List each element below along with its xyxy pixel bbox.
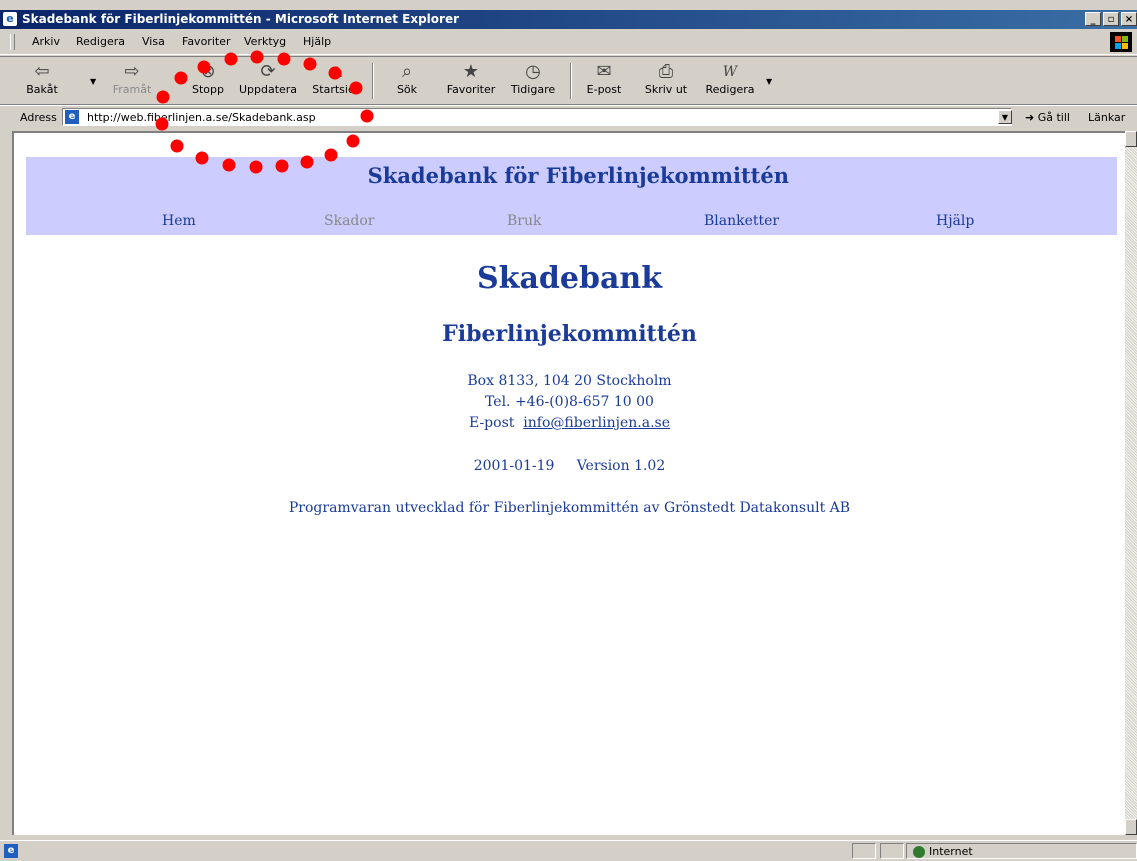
postal-address: Box 8133, 104 20 Stockholm [467, 373, 672, 389]
back-button[interactable]: ⇦ Bakåt [24, 61, 60, 96]
nav-link-hjalp[interactable]: Hjälp [936, 213, 974, 229]
menu-arkiv[interactable]: Arkiv [32, 35, 60, 48]
back-dropdown-icon[interactable]: ▼ [90, 77, 96, 86]
menu-bar: Arkiv Redigera Visa Favoriter Verktyg Hj… [0, 30, 1137, 55]
home-icon: ⌂ [331, 61, 343, 82]
window-title: Skadebank för Fiberlinjekommittén - Micr… [22, 12, 459, 26]
mail-button[interactable]: ✉ E-post [584, 61, 624, 96]
word-edit-icon: W [722, 64, 738, 80]
minimize-button[interactable]: _ [1085, 12, 1101, 26]
windows-logo-icon [1110, 32, 1132, 52]
title-bar: e Skadebank för Fiberlinjekommittén - Mi… [0, 10, 1137, 29]
page-subheading: Fiberlinjekommittén [442, 321, 697, 347]
status-bar: e Internet [0, 840, 1137, 861]
internet-globe-icon [913, 846, 925, 858]
mail-icon: ✉ [596, 61, 612, 82]
search-icon: ⌕ [401, 61, 413, 82]
menu-favoriter[interactable]: Favoriter [182, 35, 230, 48]
ie-icon: e [3, 12, 17, 26]
go-arrow-icon: ➜ [1025, 111, 1035, 124]
zone-pane: Internet [906, 843, 1137, 859]
email-label: E-post [468, 415, 515, 431]
status-pane [852, 843, 876, 859]
history-icon: ◷ [525, 61, 541, 82]
menubar-grip[interactable] [10, 34, 15, 50]
refresh-button[interactable]: ⟳ Uppdatera [232, 61, 304, 96]
print-button[interactable]: ⎙ Skriv ut [644, 61, 688, 96]
banner-title: Skadebank för Fiberlinjekommittén [367, 163, 789, 188]
footer-credit: Programvaran utvecklad för Fiberlinjekom… [288, 500, 851, 516]
stop-icon: ⊗ [200, 61, 216, 82]
release-date: 2001-01-19 [473, 458, 555, 474]
standard-toolbar: ⇦ Bakåt ▼ ⇨ Framåt ⊗ Stopp ⟳ Uppdatera ⌂… [0, 56, 1137, 106]
nav-link-skador[interactable]: Skador [324, 213, 375, 229]
nav-link-bruk[interactable]: Bruk [507, 213, 541, 229]
edit-dropdown-icon[interactable]: ▼ [766, 77, 772, 86]
favorites-icon: ★ [462, 61, 480, 82]
nav-link-hem[interactable]: Hem [162, 213, 196, 229]
phone-number: Tel. +46-(0)8-657 10 00 [485, 394, 654, 410]
email-link[interactable]: info@fiberlinjen.a.se [523, 415, 670, 431]
toolbar-separator [372, 63, 374, 99]
status-pane [880, 843, 904, 859]
scroll-down-arrow-icon[interactable] [1125, 819, 1137, 835]
menu-verktyg[interactable]: Verktyg [244, 35, 286, 48]
version-line: 2001-01-19 Version 1.02 [14, 458, 1125, 474]
nav-link-blanketter[interactable]: Blanketter [704, 213, 779, 229]
page-icon: e [65, 110, 79, 124]
go-button[interactable]: ➜ Gå till [1025, 111, 1070, 124]
zone-label: Internet [929, 845, 973, 858]
site-banner: Skadebank för Fiberlinjekommittén Hem Sk… [26, 157, 1117, 235]
back-arrow-icon: ⇦ [34, 61, 50, 82]
forward-button[interactable]: ⇨ Framåt [112, 61, 152, 96]
page-status-icon: e [4, 844, 18, 858]
edit-button[interactable]: W Redigera [704, 61, 756, 96]
links-button[interactable]: Länkar [1088, 111, 1125, 124]
address-bar: Adress e http://web.fiberlinjen.a.se/Ska… [0, 104, 1137, 129]
address-label: Adress [20, 111, 57, 124]
toolbar-separator [570, 63, 572, 99]
search-button[interactable]: ⌕ Sök [392, 61, 422, 96]
scroll-up-arrow-icon[interactable] [1125, 131, 1137, 147]
forward-arrow-icon: ⇨ [124, 61, 140, 82]
refresh-icon: ⟳ [260, 61, 276, 82]
page-heading: Skadebank [477, 261, 662, 296]
address-dropdown-icon[interactable]: ▼ [998, 110, 1012, 124]
menu-redigera[interactable]: Redigera [76, 35, 125, 48]
favorites-button[interactable]: ★ Favoriter [446, 61, 496, 96]
stop-button[interactable]: ⊗ Stopp [188, 61, 228, 96]
address-url[interactable]: http://web.fiberlinjen.a.se/Skadebank.as… [87, 111, 316, 124]
version-number: Version 1.02 [576, 458, 666, 474]
print-icon: ⎙ [658, 61, 674, 82]
email-line: E-post info@fiberlinjen.a.se [14, 415, 1125, 431]
menu-hjalp[interactable]: Hjälp [303, 35, 331, 48]
close-button[interactable]: × [1121, 12, 1137, 26]
maximize-button[interactable]: ▫ [1103, 12, 1119, 26]
page-viewport: Skadebank för Fiberlinjekommittén Hem Sk… [12, 131, 1125, 835]
address-input[interactable]: e http://web.fiberlinjen.a.se/Skadebank.… [62, 108, 1012, 126]
window-controls: _ ▫ × [1085, 12, 1137, 26]
history-button[interactable]: ◷ Tidigare [510, 61, 556, 96]
home-button[interactable]: ⌂ Startsida [312, 61, 362, 96]
vertical-scrollbar[interactable] [1125, 131, 1137, 835]
menu-visa[interactable]: Visa [142, 35, 165, 48]
